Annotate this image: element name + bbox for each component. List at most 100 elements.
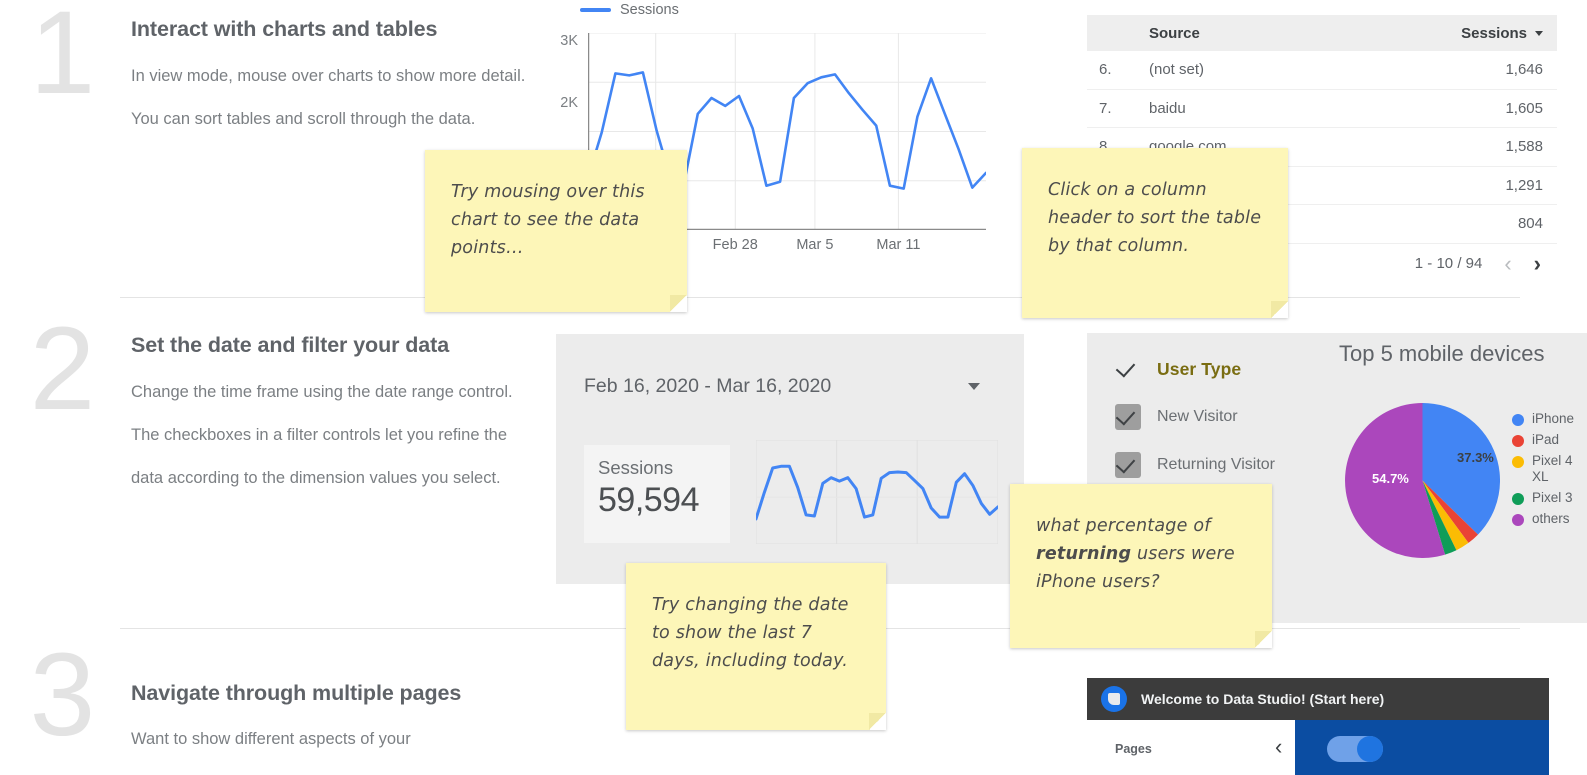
cell-rank: 6.: [1099, 61, 1112, 79]
y-axis-tick-2k: 2K: [560, 95, 578, 111]
section-divider-1: [120, 297, 1520, 298]
sticky-note-column-sort: Click on a column header to sort the tab…: [1022, 148, 1288, 318]
checkbox-checked-icon[interactable]: [1115, 404, 1141, 430]
tutorial-step-1: 1 Interact with charts and tables In vie…: [0, 0, 1587, 316]
cell-source: (not set): [1149, 61, 1205, 79]
filter-header-label: User Type: [1157, 358, 1242, 379]
editor-pages-label: Pages: [1115, 742, 1152, 756]
pagination-range: 1 - 10 / 94: [1414, 255, 1483, 272]
date-and-metric-panel: Feb 16, 2020 - Mar 16, 2020 Sessions 59,…: [556, 334, 1024, 584]
cell-sessions: 1,588: [1505, 138, 1543, 156]
table-row[interactable]: 7. baidu 1,605: [1087, 90, 1557, 128]
step-number-3: 3: [29, 629, 96, 761]
table-header-source[interactable]: Source: [1145, 25, 1425, 42]
x-axis-tick-label: Mar 11: [876, 237, 921, 253]
cell-source: baidu: [1149, 99, 1186, 117]
legend-color-dot: [1512, 456, 1524, 468]
pagination-next-icon[interactable]: ›: [1534, 252, 1541, 275]
cell-sessions: 1,291: [1505, 176, 1543, 194]
pie-legend-item: iPad: [1512, 432, 1587, 448]
line-chart-legend: Sessions: [580, 2, 679, 18]
legend-label-sessions: Sessions: [620, 2, 679, 18]
table-header-sessions-label: Sessions: [1461, 24, 1527, 42]
report-page: 1 Interact with charts and tables In vie…: [0, 0, 1587, 775]
legend-label: iPad: [1532, 432, 1560, 447]
step-title-1: Interact with charts and tables: [131, 17, 438, 41]
cell-sessions: 1,646: [1505, 61, 1543, 79]
step-body-3: Want to show different aspects of your: [131, 730, 411, 748]
checkbox-checked-icon[interactable]: [1115, 452, 1141, 478]
pie-legend-item: iPhone: [1512, 411, 1587, 427]
sticky-note-text: Click on a column header to sort the tab…: [1048, 180, 1262, 256]
note-fold-corner: [670, 295, 687, 312]
legend-label: others: [1532, 511, 1570, 526]
sticky-note-text: what percentage of returning users were …: [1036, 516, 1235, 592]
x-axis-tick-label: Mar 5: [796, 237, 834, 253]
chevron-down-icon[interactable]: [968, 382, 980, 390]
filter-option-label: Returning Visitor: [1157, 456, 1275, 473]
chevron-left-icon[interactable]: ‹: [1275, 734, 1282, 760]
note-fold-corner: [869, 713, 886, 730]
pagination-prev-icon[interactable]: ‹: [1504, 252, 1511, 275]
date-range-control[interactable]: Feb 16, 2020 - Mar 16, 2020: [584, 364, 996, 408]
editor-canvas: [1295, 720, 1549, 775]
cell-sessions: 804: [1517, 215, 1543, 233]
sort-descending-icon[interactable]: [1535, 30, 1543, 36]
mobile-devices-pie-chart[interactable]: [1345, 403, 1501, 558]
editor-toggle-switch[interactable]: [1327, 736, 1383, 762]
scorecard-value: 59,594: [598, 481, 700, 519]
sessions-scorecard[interactable]: Sessions 59,594: [584, 445, 730, 543]
note-fold-corner: [1255, 631, 1272, 648]
sticky-note-returning-iphone: what percentage of returning users were …: [1010, 484, 1272, 648]
pie-chart-legend: iPhone iPad Pixel 4 XL Pixel 3 others: [1512, 411, 1587, 532]
sticky-note-chart-hover: Try mousing over this chart to see the d…: [425, 150, 687, 312]
sticky-note-text: Try changing the date to show the last 7…: [652, 595, 849, 671]
sparkline-svg: [754, 439, 1000, 545]
legend-color-dot: [1512, 414, 1524, 426]
table-header-sessions[interactable]: Sessions: [1425, 25, 1557, 42]
step-body-2: Change the time frame using the date ran…: [131, 383, 513, 487]
scorecard-label: Sessions: [598, 457, 674, 478]
step-number-1: 1: [29, 0, 96, 119]
editor-title-bar: Welcome to Data Studio! (Start here): [1087, 678, 1549, 720]
step-title-2: Set the date and filter your data: [131, 333, 450, 357]
step-title-3: Navigate through multiple pages: [131, 681, 462, 705]
sessions-sparkline-chart[interactable]: [754, 439, 1000, 545]
legend-label: iPhone: [1532, 411, 1575, 426]
pie-legend-item: Pixel 4 XL: [1512, 453, 1587, 485]
legend-swatch-sessions: [580, 8, 611, 12]
filter-option-returning-visitor[interactable]: Returning Visitor: [1115, 441, 1330, 489]
pie-slice-label-iphone: 37.3%: [1457, 450, 1494, 465]
table-header-row[interactable]: Source Sessions: [1087, 15, 1557, 51]
filter-option-label: New Visitor: [1157, 408, 1238, 425]
pie-slice-label-others: 54.7%: [1372, 471, 1409, 486]
filter-option-new-visitor[interactable]: New Visitor: [1115, 393, 1330, 441]
pie-legend-item: others: [1512, 511, 1587, 527]
table-row[interactable]: 6. (not set) 1,646: [1087, 51, 1557, 90]
date-range-value: Feb 16, 2020 - Mar 16, 2020: [584, 374, 832, 397]
pie-legend-item: Pixel 3: [1512, 490, 1587, 506]
step-number-2: 2: [29, 303, 96, 435]
legend-label: Pixel 3: [1532, 490, 1573, 505]
legend-color-dot: [1512, 514, 1524, 526]
sticky-note-text: Try mousing over this chart to see the d…: [451, 182, 645, 258]
pie-chart-title: Top 5 mobile devices: [1339, 341, 1545, 366]
sticky-note-change-date: Try changing the date to show the last 7…: [626, 563, 886, 730]
data-studio-logo-icon: [1101, 686, 1127, 712]
cell-rank: 7.: [1099, 99, 1112, 117]
legend-color-dot: [1512, 493, 1524, 505]
y-axis-tick-3k: 3K: [560, 33, 578, 49]
legend-label: Pixel 4 XL: [1532, 453, 1573, 484]
pie-chart-svg: [1345, 403, 1501, 558]
note-fold-corner: [1271, 301, 1288, 318]
step-body-1: In view mode, mouse over charts to show …: [131, 67, 526, 128]
cell-sessions: 1,605: [1505, 99, 1543, 117]
checkmark-icon[interactable]: [1115, 356, 1141, 382]
filter-header-row[interactable]: User Type: [1115, 345, 1330, 393]
editor-report-title: Welcome to Data Studio! (Start here): [1141, 691, 1385, 707]
legend-color-dot: [1512, 435, 1524, 447]
user-type-filter-control[interactable]: User Type New Visitor Returning Visitor: [1115, 345, 1330, 489]
editor-body: Pages ‹: [1087, 720, 1549, 775]
data-studio-editor-screenshot: Welcome to Data Studio! (Start here) Pag…: [1087, 678, 1549, 775]
x-axis-tick-label: Feb 28: [712, 237, 758, 253]
